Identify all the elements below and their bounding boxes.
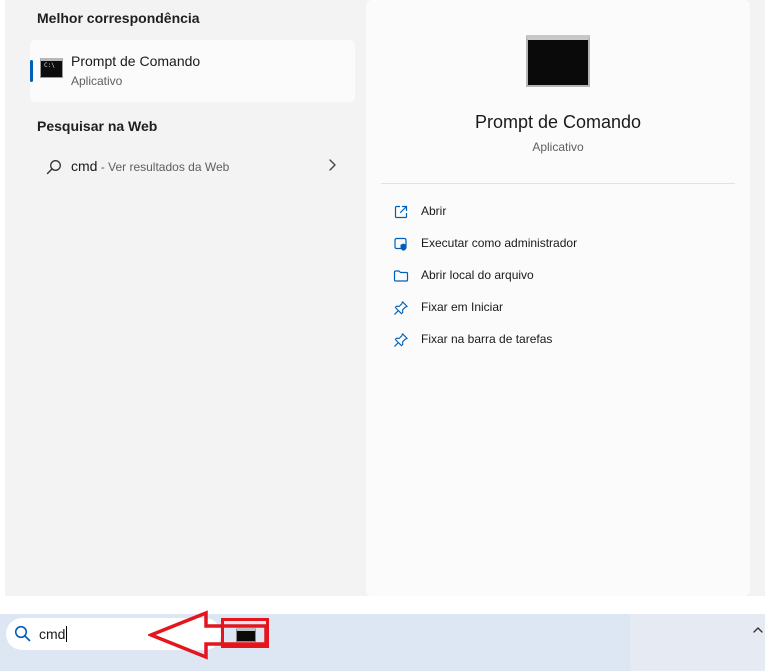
web-search-heading: Pesquisar na Web <box>37 118 158 134</box>
action-pin-to-taskbar-label: Fixar na barra de tarefas <box>421 332 553 346</box>
action-run-as-admin[interactable]: Executar como administrador <box>381 229 735 259</box>
action-pin-to-start[interactable]: Fixar em Iniciar <box>381 293 735 323</box>
action-open-file-location-label: Abrir local do arquivo <box>421 268 534 282</box>
command-prompt-large-icon <box>526 35 590 87</box>
selection-indicator <box>30 60 33 82</box>
folder-icon <box>393 270 409 282</box>
search-icon <box>46 160 61 175</box>
action-open[interactable]: Abrir <box>381 197 735 227</box>
details-app-type: Aplicativo <box>532 140 584 154</box>
action-open-label: Abrir <box>421 204 447 218</box>
arrow-annotation-icon <box>148 610 268 660</box>
taskbar-search-input[interactable]: cmd <box>39 626 68 642</box>
chevron-right-icon[interactable] <box>327 158 337 172</box>
best-match-name: Prompt de Comando <box>71 53 201 69</box>
details-pane: Prompt de Comando Aplicativo Abrir Execu… <box>366 0 750 596</box>
taskbar-tray-area <box>630 614 765 671</box>
best-match-heading: Melhor correspondência <box>37 10 200 26</box>
results-list-pane: Melhor correspondência C:\ Prompt de Com… <box>5 0 365 596</box>
action-pin-to-taskbar[interactable]: Fixar na barra de tarefas <box>381 325 735 355</box>
web-search-result[interactable]: cmd - Ver resultados da Web <box>30 148 355 184</box>
pin-icon <box>394 301 408 315</box>
action-run-as-admin-label: Executar como administrador <box>421 236 578 250</box>
text-caret <box>66 626 68 642</box>
best-match-item[interactable]: C:\ Prompt de Comando Aplicativo <box>30 40 355 102</box>
search-results-panel: Melhor correspondência C:\ Prompt de Com… <box>5 0 765 596</box>
web-search-query: cmd <box>71 158 98 174</box>
taskbar: cmd <box>0 614 765 671</box>
chevron-up-icon[interactable] <box>752 625 764 635</box>
pin-icon <box>394 333 408 347</box>
action-open-file-location[interactable]: Abrir local do arquivo <box>381 261 735 291</box>
details-divider <box>381 183 735 184</box>
action-pin-to-start-label: Fixar em Iniciar <box>421 300 504 314</box>
taskbar-search-value: cmd <box>39 626 66 642</box>
details-app-name: Prompt de Comando <box>474 112 642 132</box>
admin-shield-icon <box>394 237 407 251</box>
web-search-suffix: - Ver resultados da Web <box>97 160 230 174</box>
open-external-icon <box>394 205 408 219</box>
search-icon <box>14 625 31 642</box>
web-search-query-text: cmd - Ver resultados da Web <box>71 158 229 174</box>
best-match-type: Aplicativo <box>71 74 123 88</box>
command-prompt-icon: C:\ <box>40 58 63 78</box>
